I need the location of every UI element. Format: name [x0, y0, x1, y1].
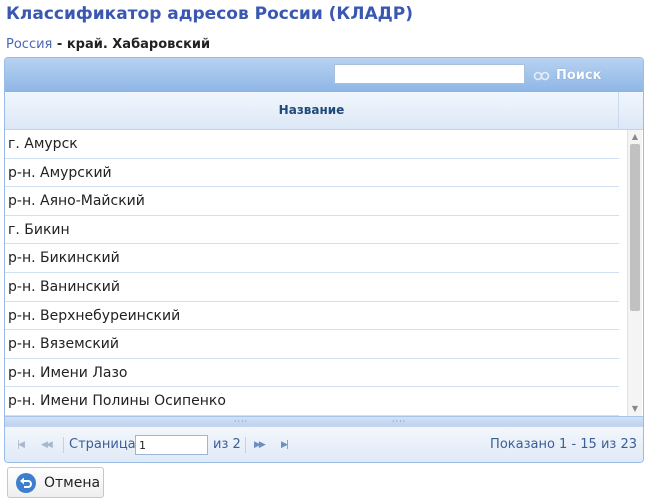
breadcrumb-current: край. Хабаровский: [66, 37, 211, 52]
pagination-bar: |◀ ◀◀ Страница из 2 ▶▶ ▶| Показано 1 - 1…: [5, 426, 643, 462]
page-label: Страница: [69, 437, 136, 452]
breadcrumb-separator: -: [52, 37, 67, 52]
scrollbar-thumb[interactable]: [630, 144, 640, 311]
page-count-label: из 2: [213, 437, 241, 452]
column-header-name[interactable]: Название: [5, 92, 619, 129]
grid-toolbar: Поиск: [5, 58, 643, 92]
address-grid: Поиск Название г. Амурск р-н. Амурский р…: [4, 57, 644, 463]
pager-divider: [245, 437, 246, 453]
table-row[interactable]: р-н. Бикинский: [5, 244, 619, 273]
next-page-icon[interactable]: ▶▶: [254, 440, 266, 450]
table-row[interactable]: р-н. Амурский: [5, 159, 619, 188]
breadcrumb: Россия - край. Хабаровский: [6, 37, 210, 52]
scroll-down-arrow-icon[interactable]: ▼: [631, 405, 639, 413]
grid-resize-handle[interactable]: ···· ····: [5, 416, 643, 426]
last-page-icon[interactable]: ▶|: [281, 440, 289, 450]
vertical-scrollbar[interactable]: ▲ ▼: [627, 130, 642, 416]
table-row[interactable]: г. Бикин: [5, 216, 619, 245]
table-row[interactable]: р-н. Имени Лазо: [5, 359, 619, 388]
previous-page-icon[interactable]: ◀◀: [41, 440, 53, 450]
page-number-input[interactable]: [135, 435, 208, 455]
table-row[interactable]: р-н. Вяземский: [5, 330, 619, 359]
scroll-up-arrow-icon[interactable]: ▲: [631, 133, 639, 141]
breadcrumb-root-link[interactable]: Россия: [6, 37, 52, 52]
grip-icon: ····: [392, 417, 407, 426]
search-input[interactable]: [334, 64, 525, 84]
table-row[interactable]: г. Амурск: [5, 130, 619, 159]
cancel-button[interactable]: Отмена: [7, 467, 104, 498]
cancel-button-label: Отмена: [44, 474, 101, 491]
grip-icon: ····: [234, 417, 249, 426]
search-icon: [533, 71, 550, 80]
search-button-label: Поиск: [556, 67, 602, 83]
table-row[interactable]: р-н. Аяно-Майский: [5, 187, 619, 216]
pager-divider: [63, 437, 64, 453]
undo-icon: [16, 472, 36, 493]
table-row[interactable]: р-н. Имени Полины Осипенко: [5, 387, 619, 416]
table-row[interactable]: р-н. Верхнебуреинский: [5, 302, 619, 331]
pagination-info: Показано 1 - 15 из 23: [490, 437, 637, 452]
grid-header: Название: [5, 92, 643, 130]
first-page-icon[interactable]: |◀: [17, 440, 25, 450]
grid-body: г. Амурск р-н. Амурский р-н. Аяно-Майски…: [5, 130, 619, 416]
table-row[interactable]: р-н. Ванинский: [5, 273, 619, 302]
search-button[interactable]: Поиск: [533, 65, 601, 85]
page-title: Классификатор адресов России (КЛАДР): [6, 4, 413, 24]
